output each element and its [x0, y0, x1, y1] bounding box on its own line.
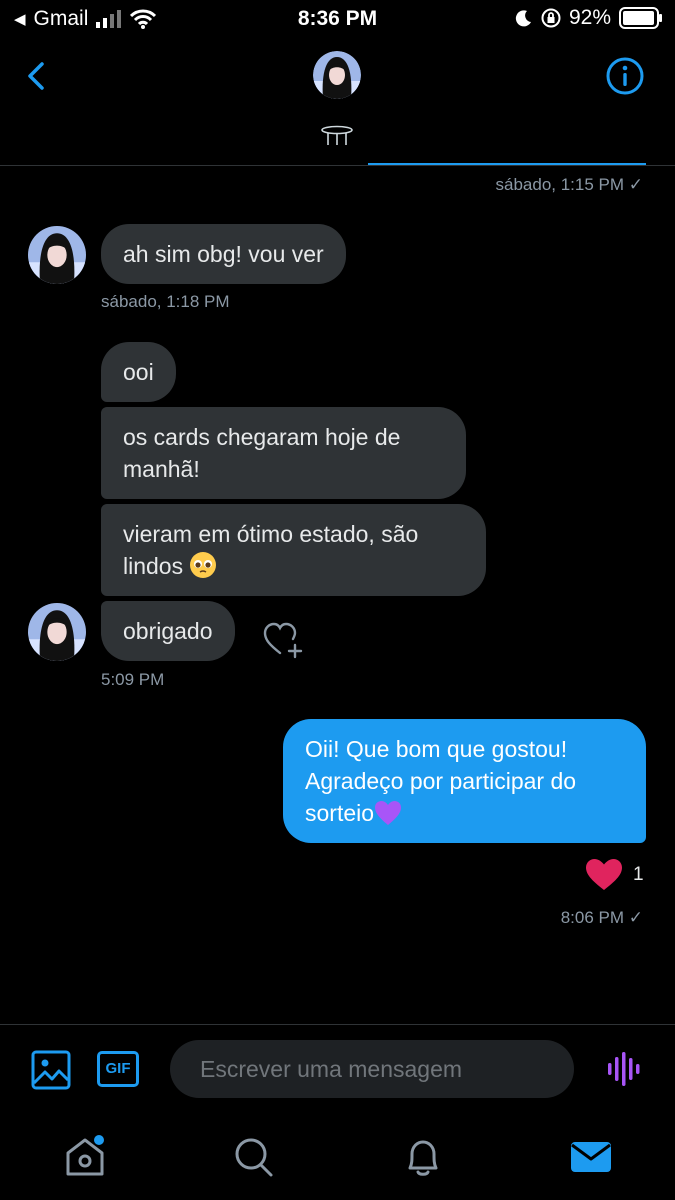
message-text: obrigado — [123, 618, 213, 644]
pleading-face-emoji-icon — [190, 552, 217, 578]
message-text-line: manhã! — [123, 456, 200, 482]
add-reaction-heart-icon[interactable] — [262, 620, 304, 660]
gif-button[interactable]: GIF — [97, 1051, 139, 1087]
chevron-left-icon[interactable] — [18, 56, 58, 96]
message-text-line: sorteio — [305, 800, 375, 826]
conversation-header — [0, 38, 675, 166]
message-text-line: os cards chegaram hoje de — [123, 424, 401, 450]
message-text-line: Oii! Que bom que gostou! — [305, 736, 568, 762]
home-icon[interactable] — [62, 1134, 108, 1180]
incoming-message[interactable]: ah sim obg! vou ver — [101, 224, 346, 284]
status-bar: ◀ Gmail 8:36 PM 92% — [0, 0, 675, 38]
message-text: ah sim obg! vou ver — [123, 241, 324, 267]
incoming-message[interactable]: ooi — [101, 342, 176, 402]
sender-avatar[interactable] — [28, 603, 86, 661]
moon-icon — [515, 10, 531, 27]
message-text-line: Agradeço por participar do — [305, 768, 577, 794]
reaction[interactable]: 1 — [585, 858, 644, 892]
tab-bar — [0, 1114, 675, 1200]
search-icon[interactable] — [230, 1134, 276, 1180]
message-text: ooi — [123, 359, 154, 385]
sender-avatar[interactable] — [28, 226, 86, 284]
incoming-message[interactable]: vieram em ótimo estado, são lindos — [101, 504, 486, 596]
outgoing-message[interactable]: Oii! Que bom que gostou! Agradeço por pa… — [283, 719, 646, 843]
image-icon[interactable] — [31, 1050, 71, 1090]
message-text-line: vieram em ótimo estado, são — [123, 521, 419, 547]
gif-label: GIF — [105, 1060, 131, 1077]
incoming-message[interactable]: obrigado — [101, 601, 235, 661]
voice-message-icon[interactable] — [606, 1051, 642, 1087]
purple-heart-emoji-icon — [375, 801, 402, 825]
orientation-lock-icon — [541, 8, 561, 28]
message-composer: GIF — [0, 1024, 675, 1114]
message-input[interactable] — [170, 1040, 574, 1098]
reaction-count: 1 — [633, 864, 644, 885]
message-timestamp: 5:09 PM — [101, 670, 165, 689]
messages-icon[interactable] — [568, 1134, 614, 1180]
battery-percent: 92% — [568, 6, 611, 29]
message-timestamp: sábado, 1:15 PM ✓ — [495, 175, 644, 194]
info-icon[interactable] — [605, 56, 645, 96]
pinned-indicator-icon — [321, 125, 353, 145]
battery-icon — [619, 7, 662, 29]
red-heart-icon — [586, 859, 622, 890]
message-timestamp: sábado, 1:18 PM — [101, 292, 230, 311]
previous-message-edge — [368, 163, 646, 165]
notifications-icon[interactable] — [400, 1134, 446, 1180]
message-timestamp: 8:06 PM ✓ — [560, 908, 643, 927]
incoming-message[interactable]: os cards chegaram hoje de manhã! — [101, 407, 466, 499]
header-avatar[interactable] — [313, 51, 361, 99]
message-text-line: lindos — [123, 553, 184, 579]
